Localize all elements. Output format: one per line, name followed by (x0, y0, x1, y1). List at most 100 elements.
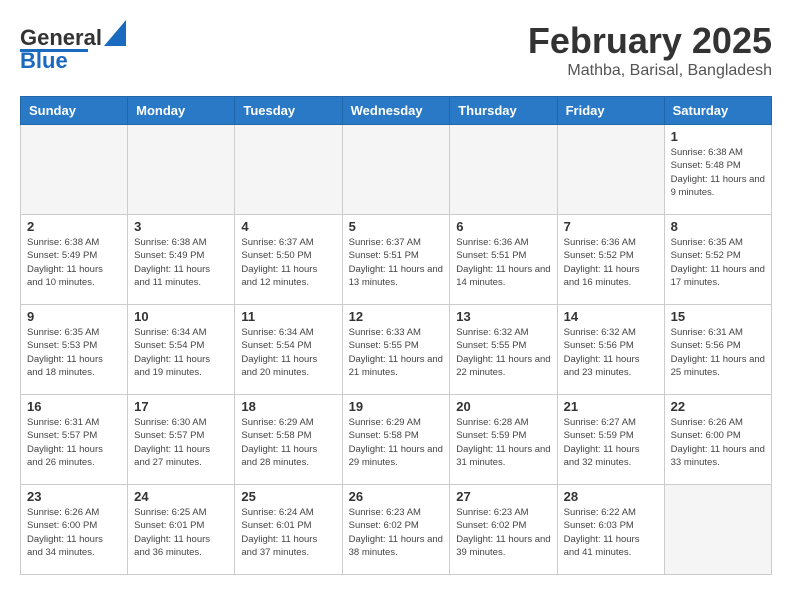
calendar-cell: 12 Sunrise: 6:33 AM Sunset: 5:55 PM Dayli… (342, 305, 450, 395)
calendar-cell: 27Sunrise: 6:23 AM Sunset: 6:02 PM Dayli… (450, 485, 557, 575)
page-header: General Blue February 2025 Mathba, Baris… (20, 20, 772, 80)
logo-text-blue: Blue (20, 48, 68, 74)
day-info: Sunrise: 6:29 AM Sunset: 5:58 PM Dayligh… (349, 416, 444, 469)
calendar-cell: 13 Sunrise: 6:32 AM Sunset: 5:55 PM Dayli… (450, 305, 557, 395)
day-info: Sunrise: 6:25 AM Sunset: 6:01 PM Dayligh… (134, 506, 228, 559)
calendar-cell (128, 125, 235, 215)
page-subtitle: Mathba, Barisal, Bangladesh (528, 62, 772, 80)
day-info: Sunrise: 6:37 AM Sunset: 5:50 PM Dayligh… (241, 236, 335, 289)
day-number: 27 (456, 489, 550, 504)
calendar-week-row: 1 Sunrise: 6:38 AM Sunset: 5:48 PM Daylig… (21, 125, 772, 215)
day-number: 25 (241, 489, 335, 504)
calendar-day-header: Friday (557, 97, 664, 125)
day-info: Sunrise: 6:28 AM Sunset: 5:59 PM Dayligh… (456, 416, 550, 469)
calendar-cell: 8 Sunrise: 6:35 AM Sunset: 5:52 PM Daylig… (664, 215, 771, 305)
day-number: 5 (349, 219, 444, 234)
calendar-cell: 9 Sunrise: 6:35 AM Sunset: 5:53 PM Daylig… (21, 305, 128, 395)
calendar-cell: 1 Sunrise: 6:38 AM Sunset: 5:48 PM Daylig… (664, 125, 771, 215)
day-info: Sunrise: 6:24 AM Sunset: 6:01 PM Dayligh… (241, 506, 335, 559)
calendar-week-row: 2 Sunrise: 6:38 AM Sunset: 5:49 PM Daylig… (21, 215, 772, 305)
calendar-cell: 14Sunrise: 6:32 AM Sunset: 5:56 PM Dayli… (557, 305, 664, 395)
calendar-cell: 24 Sunrise: 6:25 AM Sunset: 6:01 PM Dayli… (128, 485, 235, 575)
calendar-cell: 26 Sunrise: 6:23 AM Sunset: 6:02 PM Dayli… (342, 485, 450, 575)
calendar-cell: 19 Sunrise: 6:29 AM Sunset: 5:58 PM Dayli… (342, 395, 450, 485)
day-number: 24 (134, 489, 228, 504)
day-info: Sunrise: 6:33 AM Sunset: 5:55 PM Dayligh… (349, 326, 444, 379)
calendar-cell (21, 125, 128, 215)
day-info: Sunrise: 6:38 AM Sunset: 5:49 PM Dayligh… (27, 236, 121, 289)
page-title: February 2025 (528, 20, 772, 62)
day-number: 17 (134, 399, 228, 414)
day-number: 23 (27, 489, 121, 504)
day-info: Sunrise: 6:34 AM Sunset: 5:54 PM Dayligh… (134, 326, 228, 379)
logo: General Blue (20, 20, 126, 74)
day-number: 3 (134, 219, 228, 234)
calendar-week-row: 16 Sunrise: 6:31 AM Sunset: 5:57 PM Dayli… (21, 395, 772, 485)
calendar-cell: 6 Sunrise: 6:36 AM Sunset: 5:51 PM Daylig… (450, 215, 557, 305)
calendar-day-header: Tuesday (235, 97, 342, 125)
day-number: 6 (456, 219, 550, 234)
day-info: Sunrise: 6:32 AM Sunset: 5:56 PM Dayligh… (564, 326, 658, 379)
day-number: 15 (671, 309, 765, 324)
calendar-cell (342, 125, 450, 215)
calendar-cell (557, 125, 664, 215)
calendar-week-row: 9 Sunrise: 6:35 AM Sunset: 5:53 PM Daylig… (21, 305, 772, 395)
calendar-cell: 11Sunrise: 6:34 AM Sunset: 5:54 PM Dayli… (235, 305, 342, 395)
day-info: Sunrise: 6:38 AM Sunset: 5:48 PM Dayligh… (671, 146, 765, 199)
day-info: Sunrise: 6:37 AM Sunset: 5:51 PM Dayligh… (349, 236, 444, 289)
calendar-day-header: Monday (128, 97, 235, 125)
day-number: 18 (241, 399, 335, 414)
calendar-cell: 7 Sunrise: 6:36 AM Sunset: 5:52 PM Daylig… (557, 215, 664, 305)
calendar-day-header: Wednesday (342, 97, 450, 125)
title-block: February 2025 Mathba, Barisal, Banglades… (528, 20, 772, 80)
day-number: 10 (134, 309, 228, 324)
calendar-cell: 10 Sunrise: 6:34 AM Sunset: 5:54 PM Dayli… (128, 305, 235, 395)
day-number: 26 (349, 489, 444, 504)
day-number: 19 (349, 399, 444, 414)
calendar-cell: 16 Sunrise: 6:31 AM Sunset: 5:57 PM Dayli… (21, 395, 128, 485)
day-number: 9 (27, 309, 121, 324)
calendar-cell: 25 Sunrise: 6:24 AM Sunset: 6:01 PM Dayli… (235, 485, 342, 575)
calendar-day-header: Thursday (450, 97, 557, 125)
day-number: 16 (27, 399, 121, 414)
day-info: Sunrise: 6:32 AM Sunset: 5:55 PM Dayligh… (456, 326, 550, 379)
day-info: Sunrise: 6:23 AM Sunset: 6:02 PM Dayligh… (349, 506, 444, 559)
day-number: 8 (671, 219, 765, 234)
day-info: Sunrise: 6:26 AM Sunset: 6:00 PM Dayligh… (27, 506, 121, 559)
day-info: Sunrise: 6:30 AM Sunset: 5:57 PM Dayligh… (134, 416, 228, 469)
calendar-cell: 4 Sunrise: 6:37 AM Sunset: 5:50 PM Daylig… (235, 215, 342, 305)
calendar-cell: 21Sunrise: 6:27 AM Sunset: 5:59 PM Dayli… (557, 395, 664, 485)
day-info: Sunrise: 6:31 AM Sunset: 5:56 PM Dayligh… (671, 326, 765, 379)
day-number: 22 (671, 399, 765, 414)
day-info: Sunrise: 6:36 AM Sunset: 5:52 PM Dayligh… (564, 236, 658, 289)
calendar-cell: 17 Sunrise: 6:30 AM Sunset: 5:57 PM Dayli… (128, 395, 235, 485)
day-number: 4 (241, 219, 335, 234)
calendar-cell: 3 Sunrise: 6:38 AM Sunset: 5:49 PM Daylig… (128, 215, 235, 305)
day-number: 1 (671, 129, 765, 144)
calendar-cell: 5 Sunrise: 6:37 AM Sunset: 5:51 PM Daylig… (342, 215, 450, 305)
day-number: 20 (456, 399, 550, 414)
day-info: Sunrise: 6:35 AM Sunset: 5:52 PM Dayligh… (671, 236, 765, 289)
logo-triangle-icon (104, 20, 126, 46)
day-info: Sunrise: 6:26 AM Sunset: 6:00 PM Dayligh… (671, 416, 765, 469)
calendar-cell: 2 Sunrise: 6:38 AM Sunset: 5:49 PM Daylig… (21, 215, 128, 305)
calendar-cell: 28Sunrise: 6:22 AM Sunset: 6:03 PM Dayli… (557, 485, 664, 575)
day-info: Sunrise: 6:36 AM Sunset: 5:51 PM Dayligh… (456, 236, 550, 289)
day-number: 12 (349, 309, 444, 324)
day-info: Sunrise: 6:27 AM Sunset: 5:59 PM Dayligh… (564, 416, 658, 469)
calendar-header-row: SundayMondayTuesdayWednesdayThursdayFrid… (21, 97, 772, 125)
calendar-day-header: Sunday (21, 97, 128, 125)
calendar-cell: 18Sunrise: 6:29 AM Sunset: 5:58 PM Dayli… (235, 395, 342, 485)
calendar-cell: 20 Sunrise: 6:28 AM Sunset: 5:59 PM Dayli… (450, 395, 557, 485)
day-number: 13 (456, 309, 550, 324)
calendar-day-header: Saturday (664, 97, 771, 125)
day-info: Sunrise: 6:31 AM Sunset: 5:57 PM Dayligh… (27, 416, 121, 469)
day-info: Sunrise: 6:38 AM Sunset: 5:49 PM Dayligh… (134, 236, 228, 289)
calendar-cell: 22 Sunrise: 6:26 AM Sunset: 6:00 PM Dayli… (664, 395, 771, 485)
day-number: 2 (27, 219, 121, 234)
day-info: Sunrise: 6:35 AM Sunset: 5:53 PM Dayligh… (27, 326, 121, 379)
day-number: 7 (564, 219, 658, 234)
calendar-cell (664, 485, 771, 575)
day-info: Sunrise: 6:22 AM Sunset: 6:03 PM Dayligh… (564, 506, 658, 559)
calendar-table: SundayMondayTuesdayWednesdayThursdayFrid… (20, 96, 772, 575)
